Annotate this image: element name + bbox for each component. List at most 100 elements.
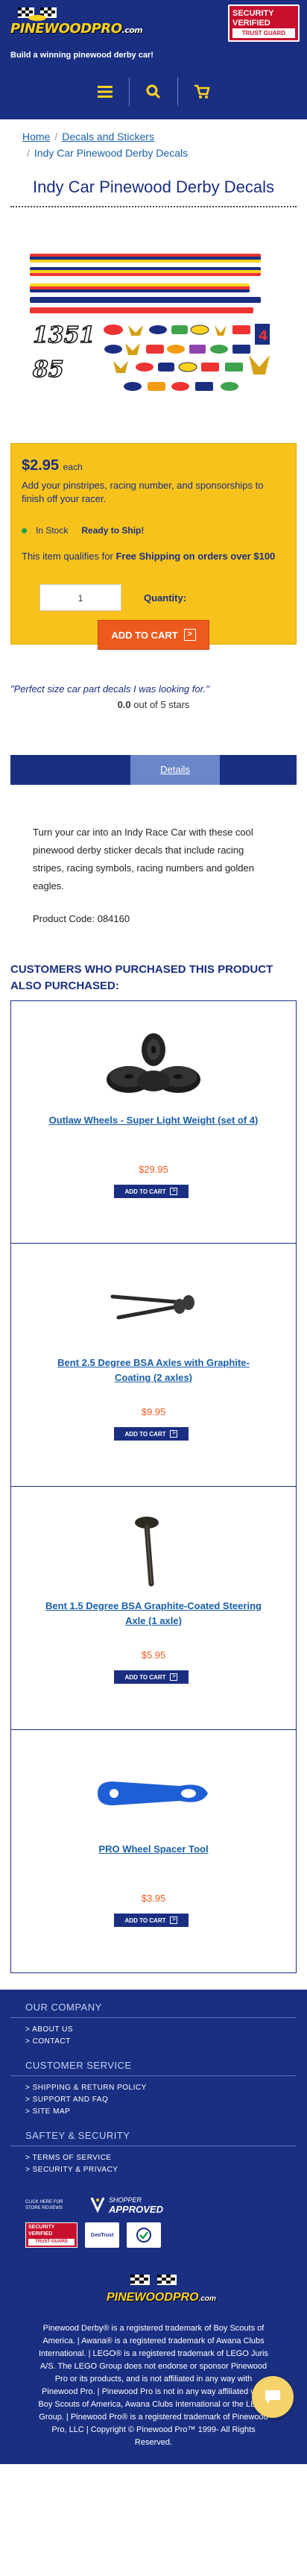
- arrow-right-icon: >: [170, 1673, 178, 1681]
- nav-divider: [129, 78, 130, 106]
- product-description: Turn your car into an Indy Race Car with…: [33, 827, 254, 891]
- search-icon: [146, 84, 161, 99]
- shopper-badge-bottom: APPROVED: [109, 2203, 163, 2215]
- related-product-image[interactable]: [11, 1266, 296, 1348]
- footer-section-title: OUR COMPANY: [25, 2002, 102, 2013]
- related-product-image[interactable]: [11, 1024, 296, 1106]
- decal-sticker-sheet: 4: [104, 324, 270, 391]
- breadcrumb: Home / Decals and Stickers / Indy Car Pinew…: [0, 119, 307, 161]
- footer-link-shipping[interactable]: > SHIPPING & RETURN POLICY: [25, 2082, 307, 2094]
- decal-stripe: [30, 283, 250, 292]
- badge-line1: SECURITY: [232, 9, 274, 18]
- related-product-image[interactable]: [11, 1509, 296, 1591]
- checkered-flags-icon: [130, 2275, 177, 2285]
- breadcrumb-separator: /: [27, 147, 30, 159]
- checkered-flags-icon: [18, 7, 57, 21]
- trust-badges: CLICK HERE FOR STORE REVIEWS SHOPPER APP…: [25, 2196, 307, 2215]
- quantity-input[interactable]: 1: [39, 584, 121, 611]
- shopper-approved-icon: [90, 2197, 105, 2213]
- footer-legal: Pinewood Derby® is a registered trademar…: [38, 2324, 269, 2447]
- shield-icon: [136, 2228, 151, 2243]
- related-product-name[interactable]: Outlaw Wheels - Super Light Weight (set …: [41, 1113, 266, 1128]
- arrow-right-icon: >: [183, 629, 196, 641]
- cart-icon: [194, 84, 210, 98]
- footer-security-badge[interactable]: SECURITY VERIFIED TRUST GUARD: [25, 2222, 77, 2248]
- decal-stripe: [30, 297, 261, 303]
- price-description: Add your pinstripes, racing number, and …: [22, 480, 264, 504]
- related-product-card: Bent 1.5 Degree BSA Graphite-Coated Stee…: [10, 1487, 297, 1730]
- header-nav: [0, 75, 307, 109]
- shipping-note: This item qualifies for Free Shipping on…: [22, 551, 276, 562]
- decal-stripe: [30, 254, 261, 263]
- footer-link-terms[interactable]: > TERMS OF SERVICE: [25, 2152, 307, 2164]
- product-code: Product Code: 084160: [33, 913, 130, 924]
- badge-line3: TRUST GUARD: [232, 28, 295, 38]
- breadcrumb-home[interactable]: Home: [22, 131, 50, 142]
- decal-number: 85: [32, 356, 64, 383]
- breadcrumb-category[interactable]: Decals and Stickers: [62, 131, 154, 142]
- related-product-name[interactable]: Bent 2.5 Degree BSA Axles with Graphite-…: [41, 1356, 266, 1385]
- also-purchased-title: CUSTOMERS WHO PURCHASED THIS PRODUCT ALS…: [10, 963, 273, 992]
- price-box: $2.95 each Add your pinstripes, racing n…: [10, 443, 297, 650]
- chat-button[interactable]: [252, 2376, 294, 2418]
- footer-logo[interactable]: PINEWOODPRO.com: [105, 2273, 216, 2312]
- site-header: PINEWOODPRO.com Build a winning pinewood…: [0, 0, 307, 119]
- related-product-card: Bent 2.5 Degree BSA Axles with Graphite-…: [10, 1244, 297, 1487]
- related-product-name[interactable]: Bent 1.5 Degree BSA Graphite-Coated Stee…: [41, 1599, 266, 1629]
- badge-line2: VERIFIED: [232, 19, 270, 28]
- footer-link-contact[interactable]: > CONTACT: [25, 2036, 307, 2048]
- arrow-right-icon: >: [170, 1188, 178, 1195]
- shopper-approved-note: CLICK HERE FOR STORE REVIEWS: [25, 2200, 63, 2210]
- product-image[interactable]: 1351 85 4: [30, 254, 277, 395]
- related-product-name[interactable]: PRO Wheel Spacer Tool: [41, 1842, 266, 1857]
- quantity-label: Quantity:: [144, 592, 187, 604]
- related-products: Outlaw Wheels - Super Light Weight (set …: [10, 1000, 297, 1973]
- menu-button[interactable]: [89, 75, 121, 108]
- product-price: $2.95 each: [22, 457, 83, 474]
- related-add-to-cart-button[interactable]: ADD TO CART >: [114, 1670, 189, 1684]
- add-to-cart-label: ADD TO CART: [111, 629, 178, 641]
- footer-link-sitemap[interactable]: > SITE MAP: [25, 2106, 307, 2118]
- secure-shield-badge[interactable]: [127, 2222, 161, 2248]
- footer-divider: [10, 2017, 297, 2018]
- related-product-price: $29.95: [139, 1164, 168, 1175]
- footer-link-about[interactable]: > ABOUT US: [25, 2024, 307, 2036]
- security-verified-badge[interactable]: SECURITY VERIFIED TRUST GUARD: [228, 4, 300, 42]
- footer-link-support[interactable]: > SUPPORT AND FAQ: [25, 2094, 307, 2106]
- related-product-image[interactable]: [11, 1752, 296, 1834]
- related-product-card: PRO Wheel Spacer Tool $3.95 ADD TO CART >: [10, 1730, 297, 1973]
- wheels-image: [107, 1033, 200, 1093]
- bent-axles-image: [110, 1294, 194, 1320]
- stock-cta: Ready to Ship!: [81, 525, 145, 536]
- add-to-cart-button[interactable]: ADD TO CART >: [98, 620, 209, 650]
- review-rating: 0.0 out of 5 stars: [117, 699, 190, 710]
- related-add-to-cart-button[interactable]: ADD TO CART >: [114, 1427, 189, 1441]
- footer-link-privacy[interactable]: > SECURITY & PRIVACY: [25, 2164, 307, 2176]
- breadcrumb-separator: /: [54, 131, 58, 142]
- security-badges: SECURITY VERIFIED TRUST GUARD GeoTrust: [25, 2222, 307, 2248]
- review-quote: "Perfect size car part decals I was look…: [10, 683, 209, 695]
- related-add-to-cart-button[interactable]: ADD TO CART >: [114, 1185, 189, 1198]
- footer-logo-text: PINEWOODPRO.com: [107, 2291, 216, 2304]
- in-stock-dot-icon: [22, 527, 27, 533]
- related-product-price: $3.95: [141, 1893, 166, 1904]
- geotrust-badge[interactable]: GeoTrust: [85, 2222, 119, 2248]
- shopper-approved-badge[interactable]: SHOPPER APPROVED: [89, 2196, 163, 2215]
- nav-divider: [177, 78, 178, 106]
- cart-button[interactable]: [186, 75, 218, 108]
- related-product-price: $9.95: [141, 1406, 166, 1417]
- related-product-price: $5.95: [141, 1649, 166, 1661]
- footer-divider: [10, 2075, 297, 2076]
- site-logo[interactable]: PINEWOODPRO.com: [10, 6, 143, 45]
- product-tabs: Details: [10, 755, 297, 785]
- related-add-to-cart-button[interactable]: ADD TO CART >: [114, 1914, 189, 1927]
- tab-details[interactable]: Details: [130, 755, 220, 785]
- arrow-right-icon: >: [170, 1917, 178, 1924]
- search-button[interactable]: [137, 75, 170, 108]
- svg-text:4: 4: [259, 328, 268, 344]
- logo-text: PINEWOODPRO.com: [10, 21, 143, 37]
- steering-axle-image: [135, 1517, 159, 1587]
- tagline: Build a winning pinewood derby car!: [10, 51, 154, 60]
- stock-status-text: In Stock: [36, 525, 69, 536]
- shopper-badge-top: SHOPPER: [109, 2196, 142, 2204]
